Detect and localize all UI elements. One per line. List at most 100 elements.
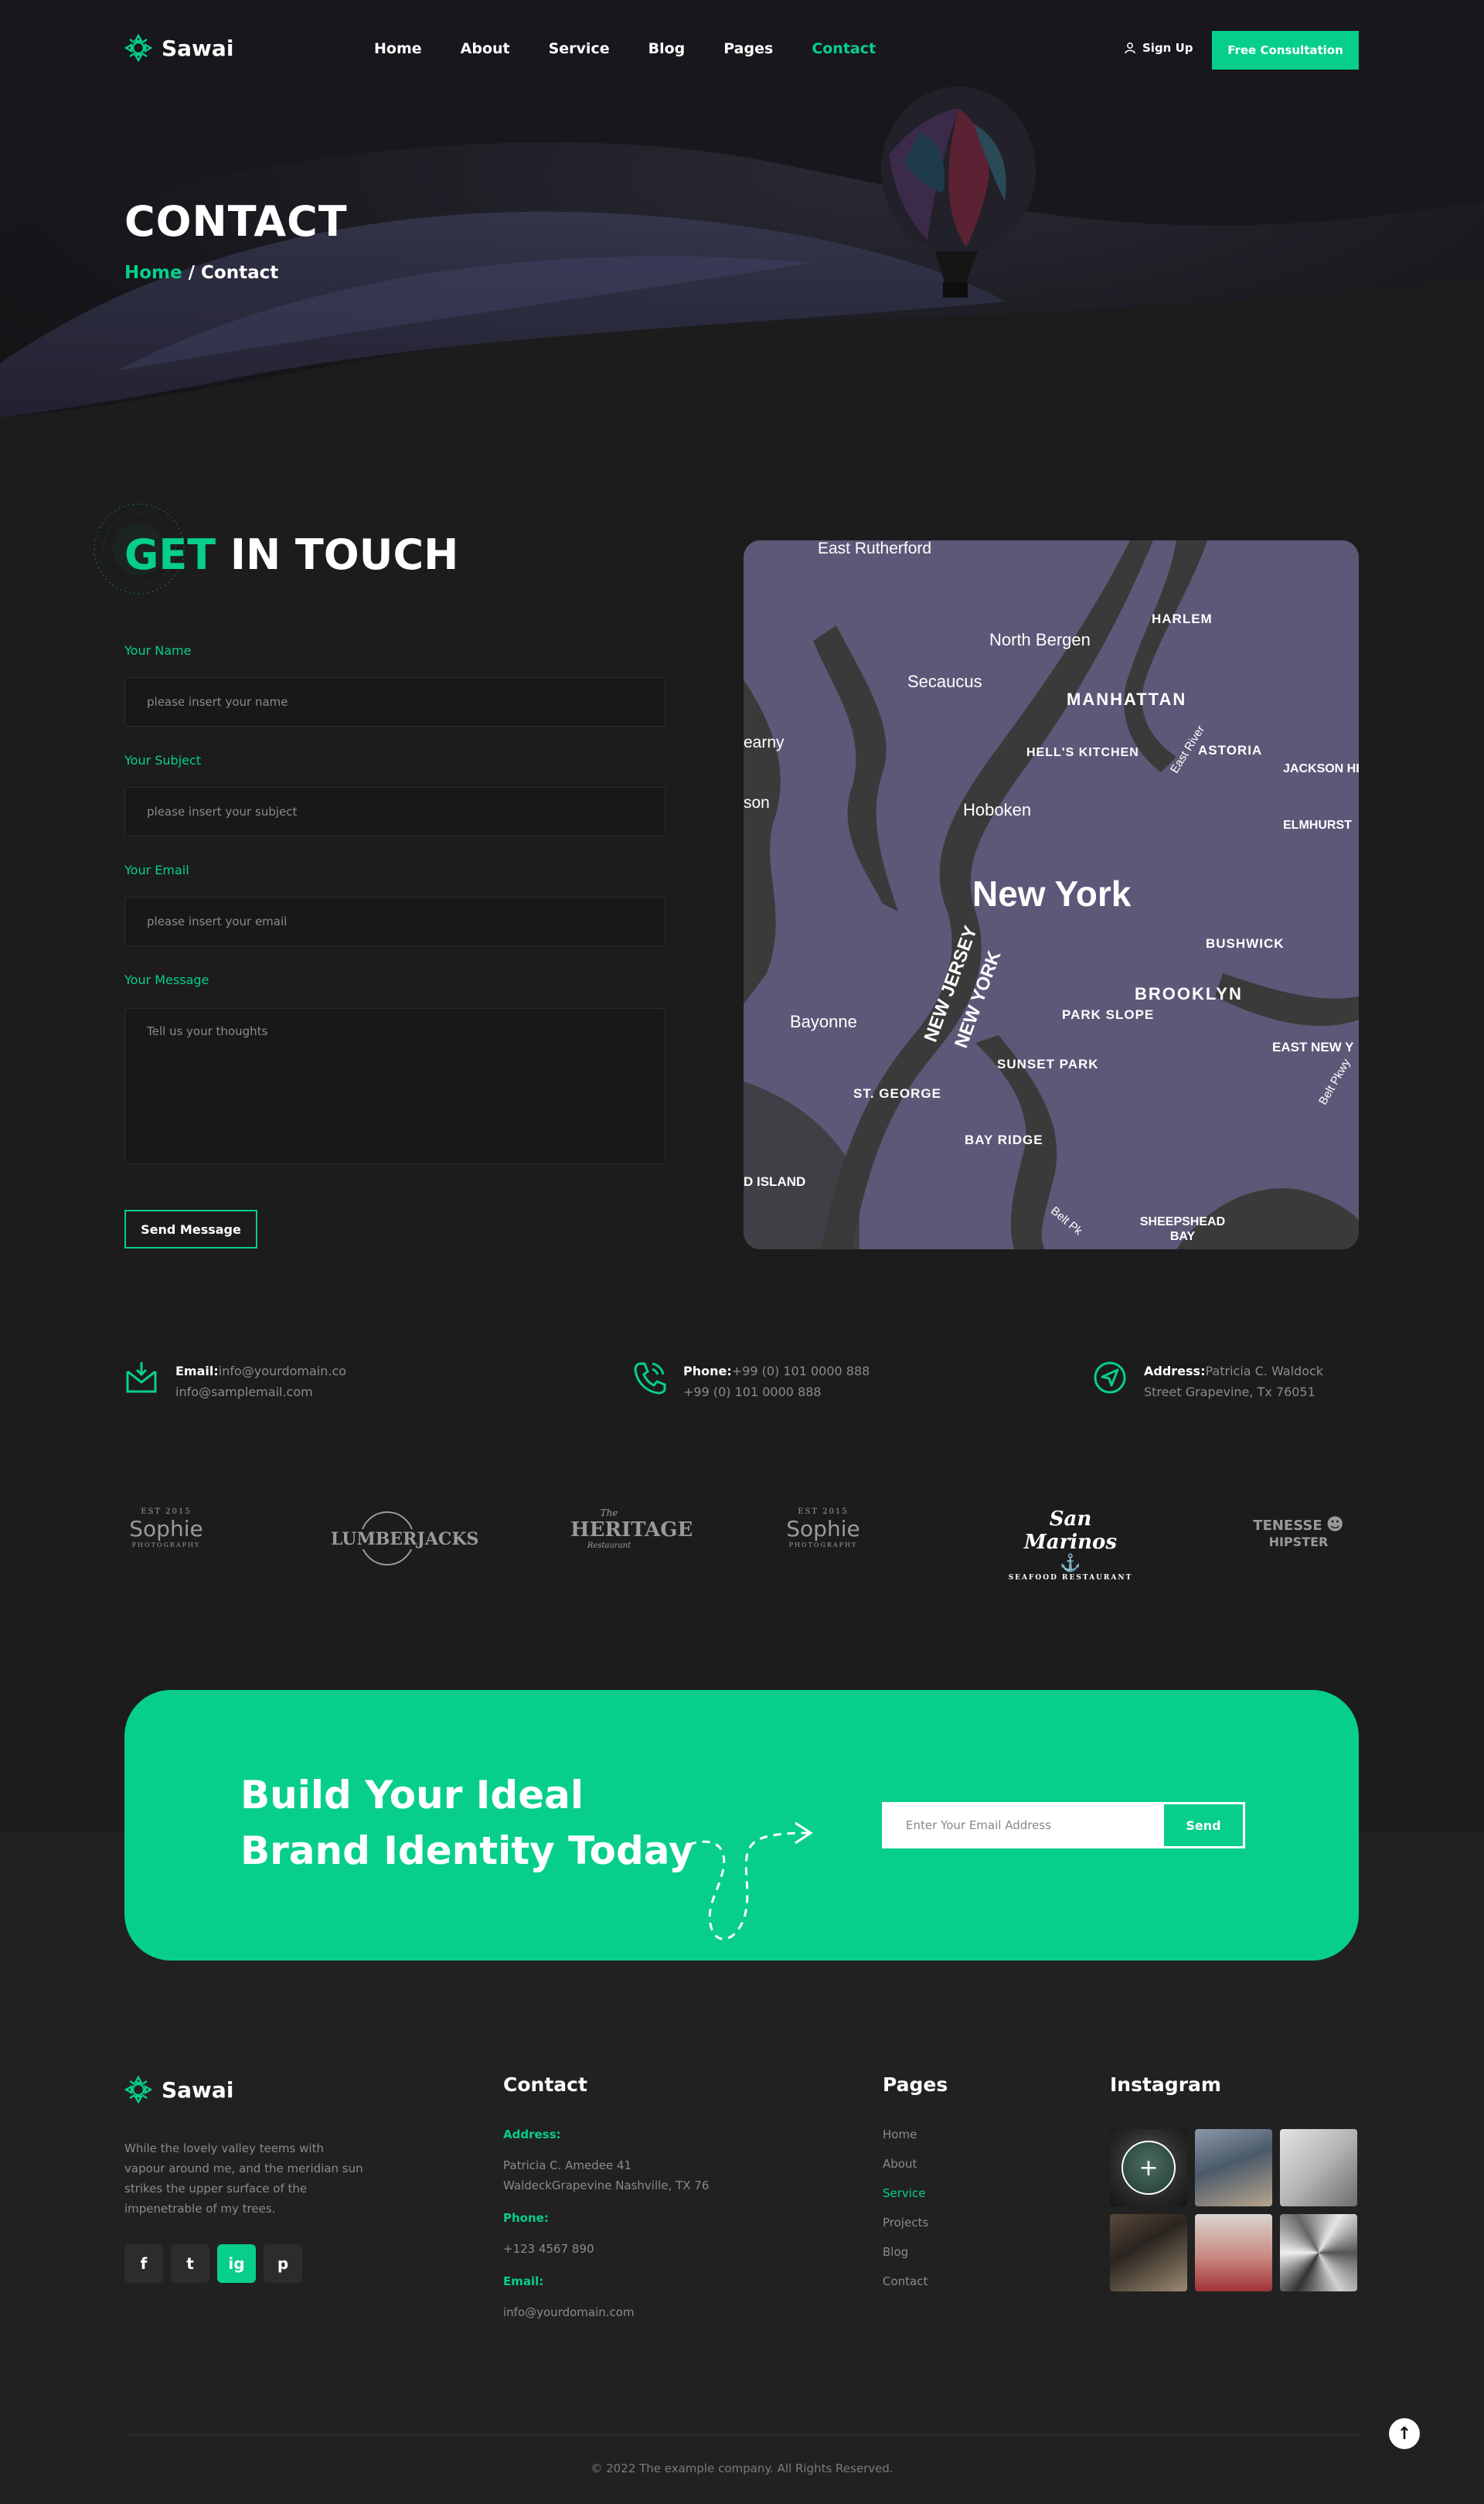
instagram-photo[interactable] (1280, 2129, 1357, 2206)
subject-input[interactable]: please insert your subject (124, 787, 665, 836)
footer-email-label: Email: (503, 2274, 544, 2288)
footer-about-text: While the lovely valley teems with vapou… (124, 2141, 363, 2216)
breadcrumb-separator: / (182, 263, 202, 283)
footer-link-about[interactable]: About (883, 2157, 928, 2171)
phone-icon (634, 1362, 666, 1395)
message-label: Your Message (124, 973, 209, 987)
footer-link-home[interactable]: Home (883, 2128, 928, 2141)
plus-icon: + (1122, 2141, 1176, 2195)
navigation-icon (1094, 1361, 1126, 1394)
map-label-harlem: HARLEM (1152, 612, 1213, 626)
user-icon (1125, 43, 1135, 54)
brand-logo-sophie-1[interactable]: EST 2015 Sophie PHOTOGRAPHY (116, 1508, 216, 1577)
breadcrumb-current: Contact (201, 263, 279, 283)
map-label-hells-kitchen: HELL'S KITCHEN (1026, 746, 1139, 759)
footer-link-projects[interactable]: Projects (883, 2216, 928, 2230)
instagram-icon[interactable]: ig (217, 2244, 256, 2283)
fish-icon: ⚓ (1060, 1554, 1081, 1573)
nav-pages[interactable]: Pages (723, 40, 773, 57)
map-label-jackson-heights: JACKSON HEIGHTS (1283, 762, 1359, 775)
info-phone: Phone:+99 (0) 101 0000 888 +99 (0) 101 0… (632, 1361, 870, 1402)
newsletter-email-input[interactable]: Enter Your Email Address (884, 1804, 1164, 1846)
brand-name: LUMBERJACKS (331, 1529, 479, 1549)
title-accent: GET (124, 530, 216, 579)
message-textarea[interactable]: Tell us your thoughts (124, 1008, 665, 1164)
brand-top: EST 2015 (141, 1508, 192, 1516)
newsletter-send-button[interactable]: Send (1164, 1804, 1243, 1846)
brand-bottom: SEAFOOD RESTAURANT (1008, 1574, 1133, 1582)
footer-link-blog[interactable]: Blog (883, 2245, 928, 2259)
dashed-arrow-icon (688, 1821, 813, 1940)
map-label-kearny: earny (744, 734, 785, 751)
nav-service[interactable]: Service (549, 40, 610, 57)
brand-logo-heritage[interactable]: The HERITAGE Restaurant (570, 1508, 693, 1577)
address-label: Address: (1144, 1364, 1206, 1378)
facebook-icon[interactable]: f (124, 2244, 163, 2283)
brand-name: TENESSE (1253, 1518, 1322, 1534)
footer-logo[interactable]: Sawai (124, 2076, 233, 2104)
back-to-top-button[interactable]: ↑ (1389, 2418, 1420, 2449)
newsletter-cta: Build Your Ideal Brand Identity Today En… (124, 1690, 1359, 1961)
breadcrumb: Home / Contact (124, 263, 278, 283)
get-in-touch-title: GET IN TOUCH (124, 530, 458, 579)
map-label-sunset-park: SUNSET PARK (997, 1057, 1099, 1071)
map-embed[interactable]: East Rutherford North Bergen Secaucus MA… (744, 540, 1359, 1249)
map-label-hoboken: Hoboken (963, 800, 1032, 819)
sign-up-link[interactable]: Sign Up (1124, 41, 1193, 55)
hipster-face-icon: ☻ (1326, 1515, 1344, 1535)
instagram-photo[interactable] (1110, 2214, 1187, 2291)
footer-phone-label: Phone: (503, 2211, 549, 2225)
brand-name: HERITAGE (570, 1518, 693, 1542)
name-input[interactable]: please insert your name (124, 677, 665, 727)
instagram-photo[interactable] (1195, 2129, 1272, 2206)
map-label-astoria: ASTORIA (1198, 743, 1263, 758)
email-input[interactable]: please insert your email (124, 897, 665, 946)
nav-about[interactable]: About (461, 40, 510, 57)
brand-top: EST 2015 (798, 1508, 849, 1516)
instagram-photo[interactable] (1280, 2214, 1357, 2291)
map-label-sheepshead-bay: SHEEPSHEAD BAY (1139, 1215, 1226, 1243)
instagram-photo[interactable]: + (1110, 2129, 1187, 2206)
footer-link-contact[interactable]: Contact (883, 2274, 928, 2288)
email-label: Your Email (124, 863, 189, 877)
brand-name: Sophie (129, 1516, 203, 1542)
brand-logo-sophie-2[interactable]: EST 2015 Sophie PHOTOGRAPHY (773, 1508, 873, 1577)
map-label-east-rutherford: East Rutherford (818, 540, 932, 557)
brand-name: San Marinos (1023, 1508, 1118, 1554)
arrow-up-icon: ↑ (1397, 2424, 1412, 2444)
footer-link-service[interactable]: Service (883, 2186, 928, 2200)
nav-contact[interactable]: Contact (812, 40, 876, 57)
pinterest-icon[interactable]: p (264, 2244, 302, 2283)
info-address: Address:Patricia C. Waldock Street Grape… (1093, 1361, 1323, 1402)
map-label-manhattan: MANHATTAN (1067, 690, 1187, 709)
brand-logo-lumberjacks[interactable]: LUMBERJACKS (331, 1508, 479, 1577)
logo-mark-icon (124, 2076, 152, 2104)
map-label-island: D ISLAND (744, 1174, 806, 1189)
nav-blog[interactable]: Blog (648, 40, 686, 57)
breadcrumb-home[interactable]: Home (124, 263, 182, 283)
instagram-photo[interactable] (1195, 2214, 1272, 2291)
sign-up-label: Sign Up (1142, 41, 1193, 55)
email-primary[interactable]: info@yourdomain.co (219, 1364, 346, 1378)
brand-logo-san-marinos[interactable]: San Marinos ⚓ SEAFOOD RESTAURANT (1005, 1508, 1136, 1582)
footer-phone[interactable]: +123 4567 890 (503, 2239, 594, 2259)
phone-label: Phone: (683, 1364, 732, 1378)
brand-bottom: PHOTOGRAPHY (131, 1542, 201, 1548)
twitter-icon[interactable]: t (171, 2244, 209, 2283)
free-consultation-button[interactable]: Free Consultation (1212, 31, 1359, 70)
social-links: f t ig p (124, 2244, 302, 2283)
phone-primary[interactable]: +99 (0) 101 0000 888 (732, 1364, 870, 1378)
nav-home[interactable]: Home (374, 40, 422, 57)
email-secondary[interactable]: info@samplemail.com (175, 1381, 346, 1402)
map-label-park-slope: PARK SLOPE (1062, 1007, 1155, 1022)
brand-bottom: HIPSTER (1268, 1535, 1329, 1549)
footer-email[interactable]: info@yourdomain.com (503, 2302, 635, 2322)
logo-text: Sawai (162, 35, 234, 61)
brand-logo-tenesse-hipster[interactable]: TENESSE ☻ HIPSTER (1237, 1515, 1360, 1569)
phone-secondary[interactable]: +99 (0) 101 0000 888 (683, 1381, 870, 1402)
footer-divider (124, 2434, 1359, 2435)
site-logo[interactable]: Sawai (124, 34, 233, 62)
newsletter-form: Enter Your Email Address Send (882, 1802, 1245, 1848)
send-message-button[interactable]: Send Message (124, 1210, 257, 1249)
map-label-north-bergen: North Bergen (989, 630, 1091, 649)
